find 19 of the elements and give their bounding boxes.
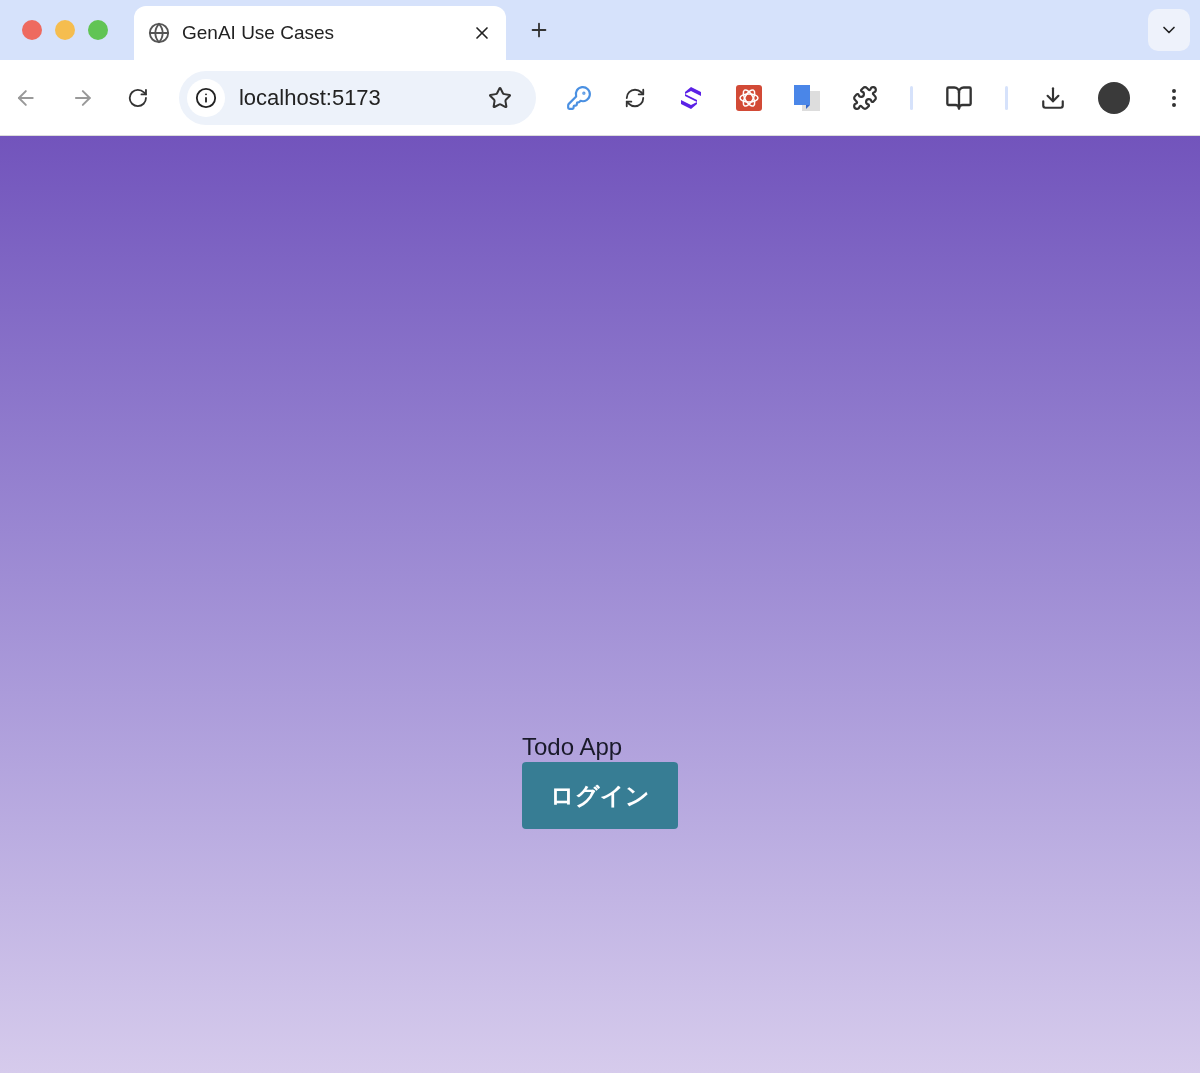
info-icon	[194, 86, 217, 109]
login-button[interactable]: ログイン	[522, 762, 678, 829]
sync-arrows-icon[interactable]	[624, 86, 646, 109]
app-title: Todo App	[522, 732, 623, 762]
browser-tab[interactable]: GenAI Use Cases	[134, 6, 506, 60]
reload-icon[interactable]	[127, 86, 149, 109]
url-text: localhost:5173	[238, 84, 382, 112]
key-icon[interactable]	[566, 84, 592, 111]
layered-s-icon[interactable]	[678, 84, 704, 111]
avatar[interactable]	[1098, 81, 1130, 114]
atom-extension-icon[interactable]	[736, 84, 762, 111]
book-icon[interactable]	[945, 83, 973, 112]
address-bar[interactable]: localhost:5173	[178, 70, 536, 125]
globe-icon	[148, 22, 170, 44]
site-info-button[interactable]	[186, 78, 225, 117]
puzzle-icon[interactable]	[852, 84, 878, 111]
star-icon[interactable]	[488, 85, 512, 110]
download-icon[interactable]	[1040, 84, 1066, 111]
tab-title: GenAI Use Cases	[182, 20, 336, 45]
